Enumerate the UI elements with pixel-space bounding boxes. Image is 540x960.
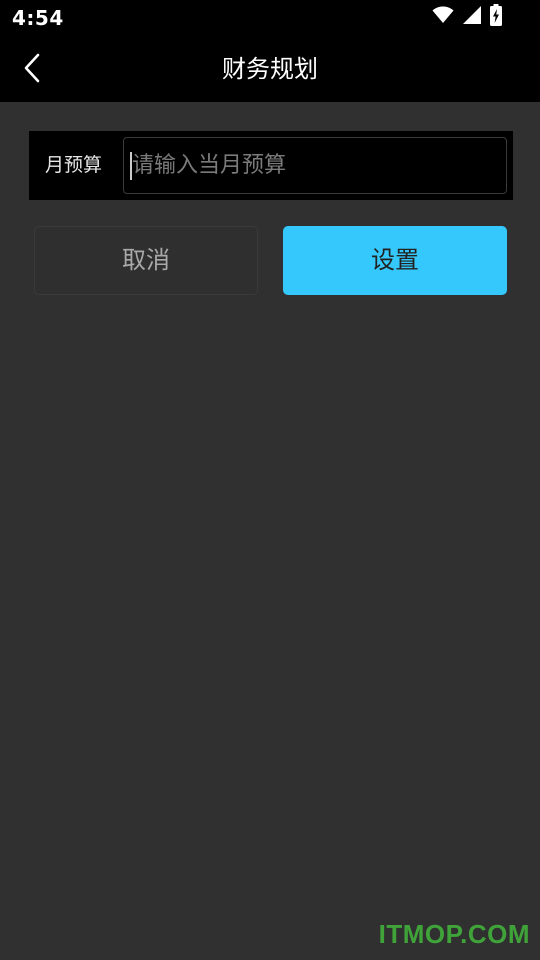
wifi-icon	[432, 6, 454, 28]
monthly-budget-label: 月预算	[45, 154, 103, 176]
text-cursor	[130, 152, 132, 180]
monthly-budget-row: 月预算	[29, 131, 513, 200]
page-title: 财务规划	[222, 55, 318, 83]
app-bar: 财务规划	[0, 36, 540, 102]
chevron-left-icon	[22, 53, 42, 87]
signal-icon	[462, 5, 482, 29]
status-bar: 4:54	[0, 0, 540, 36]
monthly-budget-input[interactable]	[123, 137, 507, 194]
cancel-button[interactable]: 取消	[34, 226, 258, 295]
status-time: 4:54	[12, 6, 64, 30]
set-button[interactable]: 设置	[283, 226, 507, 295]
finance-planning-screen: 4:54 财务规划 月预算 请输入当月预算 取消 设置 ITMOP.COM	[0, 0, 540, 960]
battery-charging-icon	[490, 4, 502, 30]
watermark: ITMOP.COM	[378, 919, 530, 949]
status-icons	[432, 4, 502, 30]
back-button[interactable]	[14, 52, 50, 88]
